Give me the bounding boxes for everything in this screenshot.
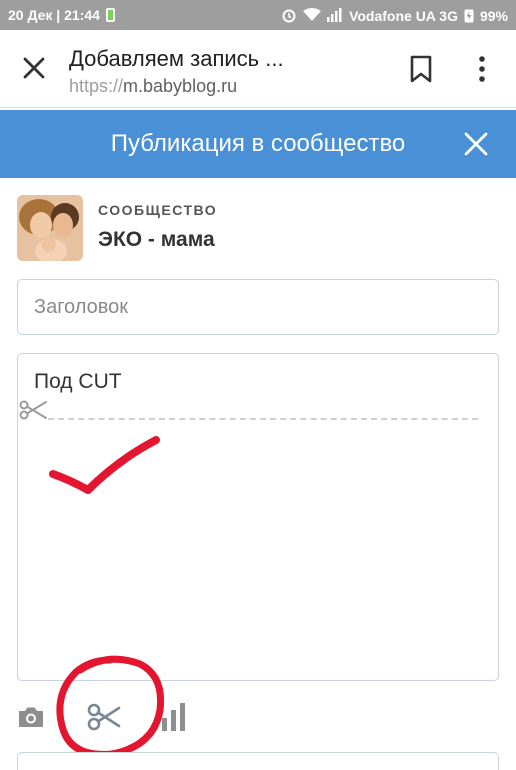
alarm-icon [281,7,297,25]
camera-icon[interactable] [16,702,46,732]
cut-dashed-line [48,418,478,420]
url-display[interactable]: https://m.babyblog.ru [69,76,237,97]
url-scheme: https:// [69,76,124,96]
poll-icon[interactable] [160,700,190,732]
page-title: Добавляем запись ... [69,46,284,71]
close-icon[interactable] [18,52,50,84]
status-datetime: 20 Дек | 21:44 [8,7,100,23]
post-title-input[interactable] [17,279,499,335]
checkmark-annotation [49,436,160,494]
publication-title: Публикация в сообщество [110,130,406,157]
signal-icon [327,8,343,24]
url-host: m.babyblog.ru [123,76,238,96]
community-avatar [17,195,83,261]
status-battery: 99% [479,8,508,24]
bookmark-icon[interactable] [408,54,434,84]
battery-icon [105,8,115,22]
community-name[interactable]: ЭКО - мама [98,228,215,252]
browser-toolbar: Добавляем запись ... https://m.babyblog.… [0,30,516,108]
publication-header: Публикация в сообщество [0,110,516,178]
close-icon[interactable] [462,130,490,158]
scissors-icon[interactable] [86,700,122,734]
cut-marker [18,398,480,422]
editor-text: Под CUT [34,370,122,393]
next-input-field[interactable] [17,752,499,770]
wifi-icon [303,8,322,24]
status-carrier: Vodafone UA 3G [349,8,458,24]
status-bar: 20 Дек | 21:44 Vodafone UA 3G 99% [0,0,516,30]
status-right: Vodafone UA 3G 99% [281,7,508,25]
status-left: 20 Дек | 21:44 [8,7,115,23]
community-label: СООБЩЕСТВО [98,202,218,218]
scissors-icon [18,398,48,422]
charging-icon [464,8,474,25]
more-vert-icon[interactable] [474,54,490,84]
